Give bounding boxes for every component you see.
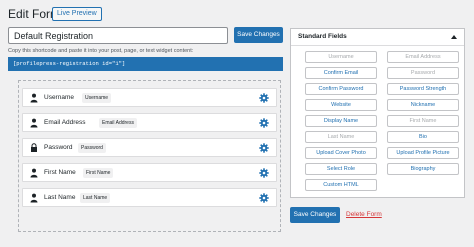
field-row[interactable]: Username Username bbox=[22, 88, 277, 107]
field-row[interactable]: Last Name Last Name bbox=[22, 188, 277, 207]
field-chip[interactable]: Biography bbox=[387, 163, 459, 175]
gear-icon[interactable] bbox=[259, 193, 269, 203]
field-badge: Last Name bbox=[80, 193, 111, 203]
field-chip[interactable]: Last Name bbox=[305, 131, 377, 143]
user-icon bbox=[30, 168, 38, 178]
field-chip[interactable]: Display Name bbox=[305, 115, 377, 127]
delete-form-link[interactable]: Delete Form bbox=[346, 211, 382, 218]
live-preview-button[interactable]: Live Preview bbox=[52, 7, 102, 21]
field-badge: Password bbox=[78, 143, 106, 153]
field-chip[interactable]: Confirm Email bbox=[305, 67, 377, 79]
gear-icon[interactable] bbox=[259, 168, 269, 178]
field-chip[interactable]: Website bbox=[305, 99, 377, 111]
gear-icon[interactable] bbox=[259, 93, 269, 103]
gear-icon[interactable] bbox=[259, 118, 269, 128]
field-chip[interactable]: First Name bbox=[387, 115, 459, 127]
field-chip[interactable]: Upload Cover Photo bbox=[305, 147, 377, 159]
form-builder-area: Username Username Email Address Email Addre… bbox=[18, 80, 281, 232]
field-chip[interactable]: Password bbox=[387, 67, 459, 79]
field-row[interactable]: First Name First Name bbox=[22, 163, 277, 182]
field-chip[interactable]: Email Address bbox=[387, 51, 459, 63]
field-label: First Name bbox=[44, 169, 76, 176]
field-badge: Email Address bbox=[99, 118, 137, 128]
shortcode-box[interactable]: [profilepress-registration id="1"] bbox=[8, 57, 283, 71]
field-label: Username bbox=[44, 94, 74, 101]
user-icon bbox=[30, 93, 38, 103]
save-changes-button[interactable]: Save Changes bbox=[290, 207, 340, 223]
field-chip[interactable]: Password Strength bbox=[387, 83, 459, 95]
field-chip[interactable]: Bio bbox=[387, 131, 459, 143]
field-row[interactable]: Email Address Email Address bbox=[22, 113, 277, 132]
field-chip[interactable]: Upload Profile Picture bbox=[387, 147, 459, 159]
standard-fields-panel: Standard Fields Username Email Address Con… bbox=[290, 28, 465, 198]
field-row[interactable]: Password Password bbox=[22, 138, 277, 157]
field-badge: Username bbox=[82, 93, 112, 103]
form-title-input[interactable] bbox=[8, 27, 228, 44]
field-chip[interactable]: Nickname bbox=[387, 99, 459, 111]
panel-title: Standard Fields bbox=[298, 33, 347, 40]
user-icon bbox=[30, 193, 38, 203]
caret-up-icon[interactable] bbox=[450, 33, 458, 41]
lock-icon bbox=[31, 143, 37, 152]
field-chip[interactable]: Select Role bbox=[305, 163, 377, 175]
field-chip[interactable]: Username bbox=[305, 51, 377, 63]
panel-separator bbox=[291, 45, 464, 46]
field-label: Password bbox=[44, 144, 73, 151]
field-chip[interactable]: Custom HTML bbox=[305, 179, 377, 191]
save-changes-button-top[interactable]: Save Changes bbox=[234, 27, 283, 43]
field-label: Last Name bbox=[44, 194, 76, 201]
user-icon bbox=[30, 118, 38, 128]
shortcode-hint: Copy this shortcode and paste it into yo… bbox=[8, 48, 194, 54]
field-badge: First Name bbox=[83, 168, 114, 178]
field-label: Email Address bbox=[44, 119, 86, 126]
field-chip[interactable]: Confirm Password bbox=[305, 83, 377, 95]
gear-icon[interactable] bbox=[259, 143, 269, 153]
